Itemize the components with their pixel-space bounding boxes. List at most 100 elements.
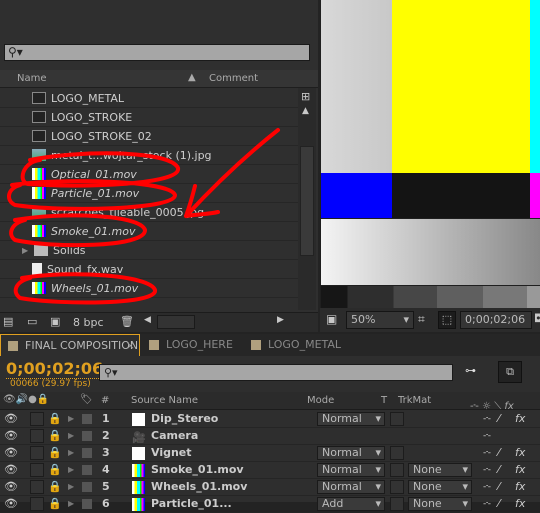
eye-icon[interactable]: 👁: [4, 479, 18, 495]
expand-triangle-icon[interactable]: ▶: [68, 428, 74, 444]
solo-toggle[interactable]: [30, 480, 44, 494]
expand-triangle-icon[interactable]: ▶: [68, 445, 74, 461]
current-time-display[interactable]: 0;00;02;06: [6, 359, 104, 379]
layer-search-input[interactable]: ⚲▾: [99, 364, 453, 381]
lock-icon[interactable]: 🔒: [48, 479, 62, 495]
project-scrollbar[interactable]: ⊞ ▲: [298, 88, 316, 310]
quality-icon[interactable]: ⁄: [498, 411, 500, 427]
lock-icon[interactable]: 🔒: [48, 496, 62, 512]
scroll-up-icon[interactable]: ▲: [302, 106, 309, 116]
layer-name[interactable]: Vignet: [151, 445, 192, 461]
column-t[interactable]: T: [381, 395, 387, 406]
column-trkmat[interactable]: TrkMat: [398, 395, 431, 406]
label-color[interactable]: [82, 448, 92, 458]
preserve-transparency-toggle[interactable]: [390, 463, 404, 477]
column-name[interactable]: Name: [17, 73, 47, 84]
quality-icon[interactable]: ⁄: [498, 462, 500, 478]
expand-triangle-icon[interactable]: ▶: [68, 462, 74, 478]
shy-icon[interactable]: -᠊-: [483, 462, 491, 478]
project-item[interactable]: scratches_tileable_0005.jpg: [0, 203, 298, 222]
zoom-dropdown[interactable]: 50% ▾: [346, 311, 414, 329]
preserve-transparency-toggle[interactable]: [390, 412, 404, 426]
tab-logo-metal[interactable]: LOGO_METAL: [244, 334, 352, 356]
column-comment[interactable]: Comment: [209, 73, 258, 84]
region-of-interest-icon[interactable]: ⬚: [438, 311, 456, 329]
expand-triangle-icon[interactable]: ▶: [68, 411, 74, 427]
layer-row[interactable]: 👁 🔒 ▶ 4 Smoke_01.mov -᠊- Normal ⁄ fx None: [0, 462, 540, 479]
quality-icon[interactable]: ⁄: [498, 445, 500, 461]
composition-viewer[interactable]: [320, 0, 540, 332]
eye-icon[interactable]: 👁: [4, 428, 18, 444]
fx-icon[interactable]: fx: [515, 445, 525, 461]
new-composition-icon[interactable]: ▣: [50, 315, 60, 328]
eye-icon[interactable]: 👁: [4, 411, 18, 427]
shy-icon[interactable]: -᠊-: [483, 496, 491, 512]
scroll-thumb[interactable]: [300, 146, 314, 256]
close-icon[interactable]: ×: [126, 335, 135, 357]
layer-row[interactable]: 👁 🔒 ▶ 2 🎥 Camera -᠊-: [0, 428, 540, 445]
always-preview-icon[interactable]: ▣: [326, 312, 337, 326]
project-item[interactable]: metal_t...wojtar_stock (1).jpg: [0, 146, 298, 165]
label-color[interactable]: [82, 465, 92, 475]
composition-mini-flowchart-icon[interactable]: ⊶: [465, 364, 476, 377]
project-item[interactable]: ▶ Solids: [0, 241, 298, 260]
trkmat-dropdown[interactable]: None: [408, 497, 472, 511]
project-item[interactable]: Particle_01.mov: [0, 184, 298, 203]
trkmat-dropdown[interactable]: None: [408, 480, 472, 494]
new-folder-icon[interactable]: ▭: [27, 315, 37, 328]
layer-row[interactable]: 👁 🔒 ▶ 1 Dip_Stereo -᠊- Normal ⁄ fx: [0, 411, 540, 428]
fx-icon[interactable]: fx: [515, 496, 525, 512]
project-search-input[interactable]: ⚲▾: [4, 44, 310, 61]
layer-name[interactable]: Dip_Stereo: [151, 411, 218, 427]
shy-icon[interactable]: -᠊-: [483, 411, 491, 427]
layer-name[interactable]: Smoke_01.mov: [151, 462, 244, 478]
label-color[interactable]: [82, 482, 92, 492]
layer-row[interactable]: 👁 🔒 ▶ 6 Particle_01... -᠊- Add ⁄ fx None: [0, 496, 540, 513]
project-item[interactable]: LOGO_METAL: [0, 89, 298, 108]
interpret-footage-icon[interactable]: ▤: [3, 315, 13, 328]
scroll-left-icon[interactable]: ◀: [144, 315, 151, 325]
fx-icon[interactable]: fx: [515, 479, 525, 495]
viewer-timecode[interactable]: 0;00;02;06: [460, 311, 532, 329]
mode-dropdown[interactable]: Normal: [317, 463, 385, 477]
mode-dropdown[interactable]: Normal: [317, 446, 385, 460]
label-color[interactable]: [82, 499, 92, 509]
layer-row[interactable]: 👁 🔒 ▶ 3 Vignet -᠊- Normal ⁄ fx: [0, 445, 540, 462]
layer-name[interactable]: Particle_01...: [151, 496, 232, 512]
sort-ascending-icon[interactable]: ▲: [188, 72, 196, 83]
trkmat-dropdown[interactable]: None: [408, 463, 472, 477]
column-mode[interactable]: Mode: [307, 395, 334, 406]
eye-icon[interactable]: 👁: [4, 462, 18, 478]
lock-icon[interactable]: 🔒: [48, 445, 62, 461]
bpc-button[interactable]: 8 bpc: [73, 316, 104, 329]
quality-icon[interactable]: ⁄: [498, 479, 500, 495]
expand-triangle-icon[interactable]: ▶: [68, 496, 74, 512]
preserve-transparency-toggle[interactable]: [390, 446, 404, 460]
layer-row[interactable]: 👁 🔒 ▶ 5 Wheels_01.mov -᠊- Normal ⁄ fx None: [0, 479, 540, 496]
solo-toggle[interactable]: [30, 497, 44, 511]
project-item[interactable]: LOGO_STROKE: [0, 108, 298, 127]
fx-icon[interactable]: fx: [515, 411, 525, 427]
layer-name[interactable]: Camera: [151, 428, 198, 444]
layer-name[interactable]: Wheels_01.mov: [151, 479, 247, 495]
tab-logo-here[interactable]: LOGO_HERE: [142, 334, 242, 356]
lock-icon[interactable]: 🔒: [48, 411, 62, 427]
expand-triangle-icon[interactable]: ▶: [68, 479, 74, 495]
label-color[interactable]: [82, 431, 92, 441]
mode-dropdown[interactable]: Normal: [317, 480, 385, 494]
mode-dropdown[interactable]: Normal: [317, 412, 385, 426]
tab-final-composition[interactable]: FINAL COMPOSITION ×: [0, 334, 140, 356]
flowchart-icon[interactable]: ⊞: [301, 90, 310, 103]
eye-icon[interactable]: 👁: [4, 496, 18, 512]
horizontal-scroll-thumb[interactable]: [157, 315, 195, 329]
label-color[interactable]: [82, 414, 92, 424]
shy-icon[interactable]: -᠊-: [483, 428, 491, 444]
eye-icon[interactable]: 👁: [4, 445, 18, 461]
lock-icon[interactable]: 🔒: [48, 462, 62, 478]
shy-icon[interactable]: -᠊-: [483, 479, 491, 495]
project-item[interactable]: Wheels_01.mov: [0, 279, 298, 298]
trash-icon[interactable]: 🗑: [120, 315, 134, 328]
mode-dropdown[interactable]: Add: [317, 497, 385, 511]
snapshot-icon[interactable]: ◘: [534, 312, 540, 325]
quality-icon[interactable]: ⁄: [498, 496, 500, 512]
